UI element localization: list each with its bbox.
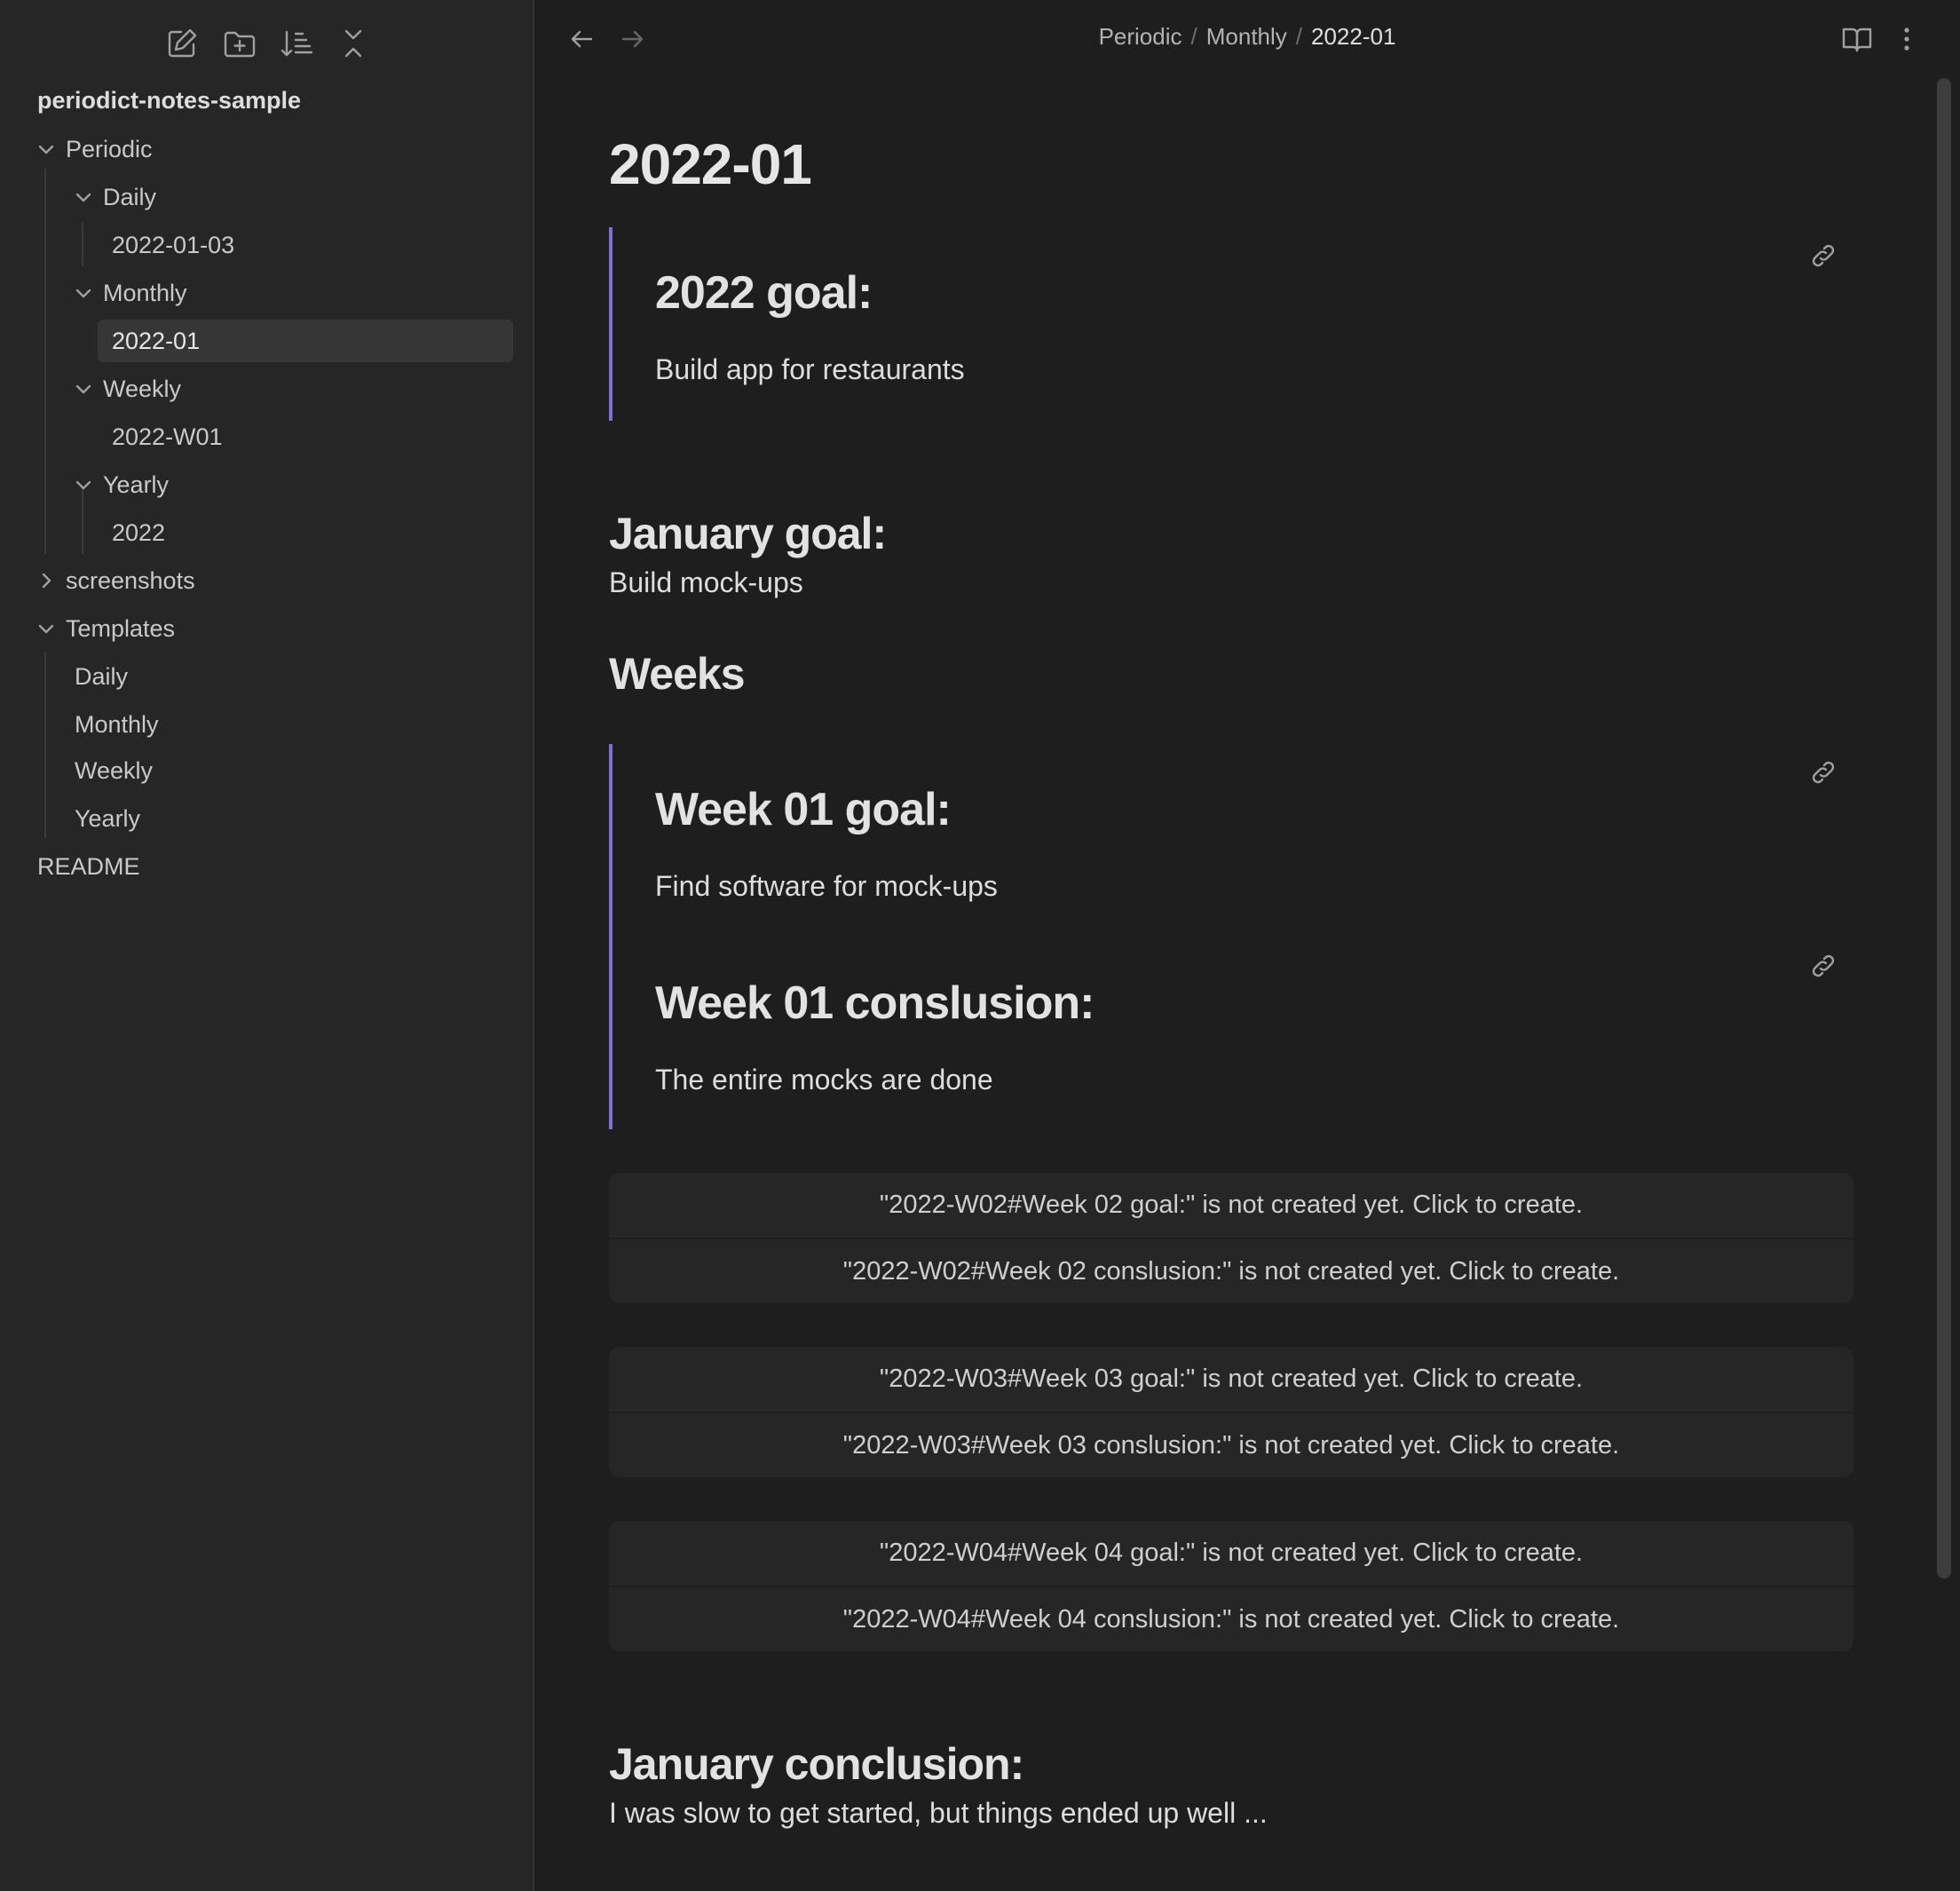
folder-label: Periodic [66, 136, 153, 162]
folder-screenshots[interactable]: screenshots [36, 559, 515, 602]
file-2022[interactable]: 2022 [98, 511, 513, 554]
tree-indent-guide [44, 169, 46, 554]
folder-label: Daily [103, 184, 157, 210]
embed-heading: Week 01 goal: [655, 784, 952, 835]
file-template-yearly[interactable]: Yearly [62, 797, 513, 840]
folder-daily[interactable]: Daily [73, 176, 515, 218]
embed-text: The entire mocks are done [655, 1064, 993, 1096]
link-icon[interactable] [1807, 950, 1839, 982]
file-label: 2022-01-03 [112, 232, 235, 258]
file-template-monthly[interactable]: Monthly [62, 703, 513, 746]
chevron-right-icon [42, 573, 51, 589]
file-label: Daily [75, 663, 129, 690]
missing-embed-group-w02: "2022-W02#Week 02 goal:" is not created … [609, 1173, 1853, 1303]
collapse-all-button[interactable] [335, 25, 372, 62]
file-explorer-sidebar: periodict-notes-sample Periodic Daily 20… [0, 0, 534, 1891]
embed-text: Build app for restaurants [655, 353, 965, 385]
file-readme[interactable]: README [25, 845, 513, 888]
file-label: README [37, 853, 140, 880]
create-note-prompt[interactable]: "2022-W04#Week 04 conslusion:" is not cr… [609, 1586, 1853, 1652]
heading-january-conclusion: January conclusion: [609, 1739, 1024, 1789]
text-january-conclusion: I was slow to get started, but things en… [609, 1797, 1268, 1829]
note-title: 2022-01 [609, 132, 812, 196]
new-note-button[interactable] [163, 25, 201, 62]
folder-plus-icon [224, 31, 256, 58]
embed-heading: 2022 goal: [655, 267, 873, 319]
create-note-prompt[interactable]: "2022-W02#Week 02 conslusion:" is not cr… [609, 1238, 1853, 1304]
file-label: Yearly [75, 805, 141, 832]
folder-label: Templates [66, 615, 176, 642]
sort-button[interactable] [278, 25, 315, 62]
breadcrumb-periodic[interactable]: Periodic [1099, 23, 1182, 50]
collapse-all-icon [344, 29, 362, 58]
chevron-down-icon [75, 480, 91, 490]
folder-yearly[interactable]: Yearly [73, 463, 515, 506]
vault-name: periodict-notes-sample [37, 87, 302, 114]
file-2022-01-03[interactable]: 2022-01-03 [98, 224, 513, 266]
link-icon[interactable] [1807, 756, 1839, 788]
missing-embed-group-w04: "2022-W04#Week 04 goal:" is not created … [609, 1521, 1853, 1651]
link-icon[interactable] [1807, 240, 1839, 272]
edit-icon [168, 28, 197, 58]
reading-view-button[interactable] [1839, 21, 1875, 57]
book-open-icon [1842, 28, 1872, 52]
scrollbar[interactable] [1937, 78, 1951, 1578]
chevron-down-icon [38, 624, 54, 634]
file-2022-01-active[interactable]: 2022-01 [98, 320, 513, 362]
folder-monthly[interactable]: Monthly [73, 272, 515, 314]
file-label: Weekly [75, 757, 154, 784]
heading-weeks: Weeks [609, 649, 746, 699]
tree-indent-guide [82, 222, 83, 266]
editor-pane: Periodic / Monthly / 2022-01 2022-01 2022 go… [534, 0, 1960, 1891]
file-template-weekly[interactable]: Weekly [62, 749, 513, 792]
folder-label: screenshots [66, 567, 195, 594]
file-label: 2022-01 [112, 328, 201, 354]
chevron-down-icon [38, 145, 54, 154]
folder-label: Weekly [103, 376, 182, 402]
embed-year-goal[interactable]: 2022 goal: Build app for restaurants [609, 227, 1855, 421]
folder-weekly[interactable]: Weekly [73, 368, 515, 410]
folder-label: Yearly [103, 471, 170, 498]
create-note-prompt[interactable]: "2022-W02#Week 02 goal:" is not created … [609, 1173, 1853, 1238]
text-january-goal: Build mock-ups [609, 566, 803, 598]
breadcrumb-separator: / [1190, 23, 1197, 50]
create-note-prompt[interactable]: "2022-W04#Week 04 goal:" is not created … [609, 1521, 1853, 1586]
sort-icon [281, 30, 313, 57]
file-label: 2022-W01 [112, 423, 223, 450]
breadcrumb-current[interactable]: 2022-01 [1311, 23, 1395, 50]
chevron-down-icon [75, 384, 91, 394]
tree-indent-guide [44, 652, 46, 838]
breadcrumb-separator: / [1295, 23, 1303, 50]
embed-heading: Week 01 conslusion: [655, 977, 1095, 1029]
embed-text: Find software for mock-ups [655, 870, 998, 902]
tree-indent-guide [82, 510, 83, 554]
chevron-down-icon [75, 193, 91, 202]
file-label: 2022 [112, 519, 166, 546]
create-note-prompt[interactable]: "2022-W03#Week 03 conslusion:" is not cr… [609, 1412, 1853, 1478]
embed-week01[interactable]: Week 01 goal: Find software for mock-ups… [609, 744, 1855, 1129]
create-note-prompt[interactable]: "2022-W03#Week 03 goal:" is not created … [609, 1347, 1853, 1412]
new-folder-button[interactable] [221, 25, 258, 62]
chevron-down-icon [75, 289, 91, 298]
folder-templates[interactable]: Templates [36, 607, 515, 650]
heading-january-goal: January goal: [609, 509, 887, 558]
folder-label: Monthly [103, 280, 187, 306]
missing-embed-group-w03: "2022-W03#Week 03 goal:" is not created … [609, 1347, 1853, 1477]
folder-periodic[interactable]: Periodic [36, 128, 515, 170]
file-template-daily[interactable]: Daily [62, 655, 513, 698]
more-options-button[interactable] [1889, 21, 1924, 57]
breadcrumb-monthly[interactable]: Monthly [1206, 23, 1287, 50]
file-explorer-toolbar [0, 25, 533, 62]
file-label: Monthly [75, 711, 159, 738]
breadcrumb: Periodic / Monthly / 2022-01 [534, 23, 1960, 51]
file-2022-w01[interactable]: 2022-W01 [98, 415, 513, 458]
more-vertical-icon [1904, 28, 1909, 51]
